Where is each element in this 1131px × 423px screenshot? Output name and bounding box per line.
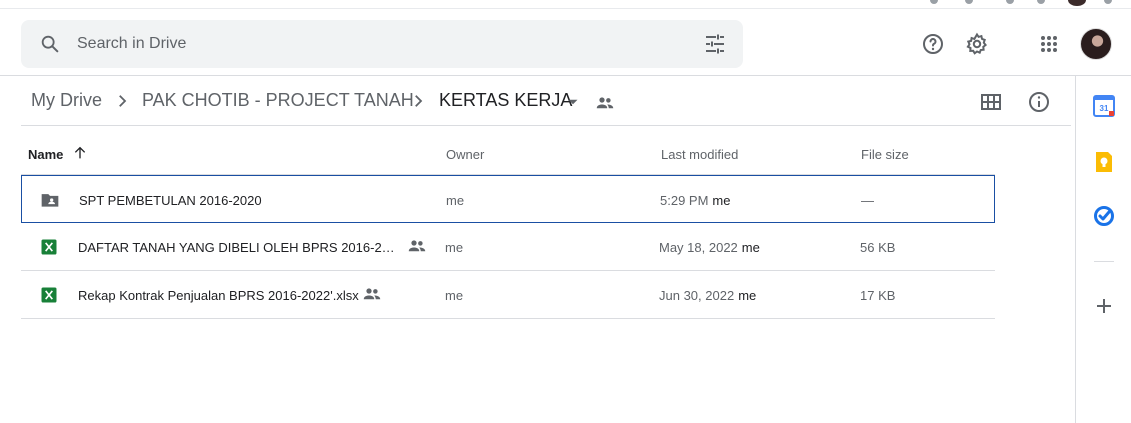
- file-row[interactable]: SPT PEMBETULAN 2016-2020 me 5:29 PM me —: [21, 175, 995, 223]
- apps-button[interactable]: [1029, 24, 1069, 64]
- shared-folder-icon: [596, 97, 614, 109]
- column-header-owner: Owner: [446, 147, 485, 162]
- browser-extension-icon[interactable]: [1037, 0, 1045, 4]
- search-bar[interactable]: [21, 20, 743, 68]
- file-last-modified: Jun 30, 2022 me: [659, 288, 756, 303]
- breadcrumb-item-current-folder[interactable]: KERTAS KERJA: [439, 90, 572, 111]
- apps-icon: [1041, 36, 1057, 52]
- file-owner: me: [446, 193, 465, 208]
- browser-profile-avatar[interactable]: [1068, 0, 1086, 6]
- file-last-modified: May 18, 2022 me: [659, 240, 760, 255]
- column-header-last-modified[interactable]: Last modified: [661, 147, 738, 162]
- file-owner: me: [445, 240, 464, 255]
- browser-extension-icon[interactable]: [1006, 0, 1014, 4]
- chevron-right-icon: [119, 95, 127, 107]
- shared-people-icon: [363, 288, 381, 300]
- modified-by: me: [712, 193, 731, 208]
- file-name: SPT PEMBETULAN 2016-2020: [79, 193, 262, 208]
- browser-extension-icon[interactable]: [930, 0, 938, 4]
- browser-menu-icon[interactable]: [1104, 0, 1112, 4]
- breadcrumb-item-my-drive[interactable]: My Drive: [31, 90, 102, 111]
- column-header-name[interactable]: Name: [28, 147, 63, 162]
- chevron-right-icon: [415, 95, 423, 107]
- browser-toolbar-strip: [0, 0, 1131, 9]
- file-size: —: [861, 193, 874, 208]
- modified-by: me: [741, 240, 760, 255]
- file-size: 17 KB: [860, 288, 896, 303]
- file-list: Name Owner Last modified File size SPT P…: [21, 127, 995, 319]
- info-icon[interactable]: [1027, 90, 1051, 114]
- modified-time: 5:29 PM: [660, 193, 709, 208]
- side-panel-divider: [1094, 261, 1114, 262]
- folder-menu-dropdown-icon[interactable]: [564, 93, 582, 111]
- browser-extension-icon[interactable]: [965, 0, 973, 4]
- file-name: DAFTAR TANAH YANG DIBELI OLEH BPRS 2016-…: [78, 240, 400, 255]
- modified-by: me: [738, 288, 757, 303]
- breadcrumb: My Drive PAK CHOTIB - PROJECT TANAH KERT…: [21, 76, 1071, 126]
- help-icon: [923, 34, 943, 54]
- file-owner: me: [445, 288, 464, 303]
- side-panel: 31: [1075, 76, 1131, 423]
- add-icon[interactable]: [1092, 294, 1116, 318]
- keep-icon[interactable]: [1092, 150, 1116, 174]
- file-list-header: Name Owner Last modified File size: [21, 127, 995, 175]
- modified-time: Jun 30, 2022: [659, 288, 735, 303]
- tasks-icon[interactable]: [1092, 204, 1116, 228]
- file-row[interactable]: DAFTAR TANAH YANG DIBELI OLEH BPRS 2016-…: [21, 223, 995, 271]
- file-row[interactable]: Rekap Kontrak Penjualan BPRS 2016-2022'.…: [21, 271, 995, 319]
- excel-file-icon: [41, 287, 57, 303]
- search-input[interactable]: [77, 30, 677, 58]
- file-size: 56 KB: [860, 240, 896, 255]
- column-header-file-size: File size: [861, 147, 909, 162]
- top-bar: [0, 10, 1131, 76]
- settings-button[interactable]: [957, 24, 997, 64]
- svg-text:31: 31: [1100, 104, 1109, 113]
- search-options-icon[interactable]: [703, 32, 727, 56]
- file-name: Rekap Kontrak Penjualan BPRS 2016-2022'.…: [78, 288, 359, 303]
- settings-icon: [966, 32, 988, 55]
- excel-file-icon: [41, 239, 57, 255]
- breadcrumb-item-project[interactable]: PAK CHOTIB - PROJECT TANAH: [142, 90, 414, 111]
- modified-time: May 18, 2022: [659, 240, 738, 255]
- search-icon[interactable]: [39, 33, 61, 55]
- shared-folder-icon: [41, 194, 59, 207]
- file-last-modified: 5:29 PM me: [660, 193, 730, 208]
- shared-people-icon: [408, 240, 426, 252]
- calendar-icon[interactable]: 31: [1092, 94, 1116, 118]
- help-button[interactable]: [913, 24, 953, 64]
- grid-view-icon[interactable]: [979, 90, 1003, 114]
- account-avatar[interactable]: [1080, 28, 1112, 60]
- sort-ascending-icon[interactable]: [72, 145, 88, 161]
